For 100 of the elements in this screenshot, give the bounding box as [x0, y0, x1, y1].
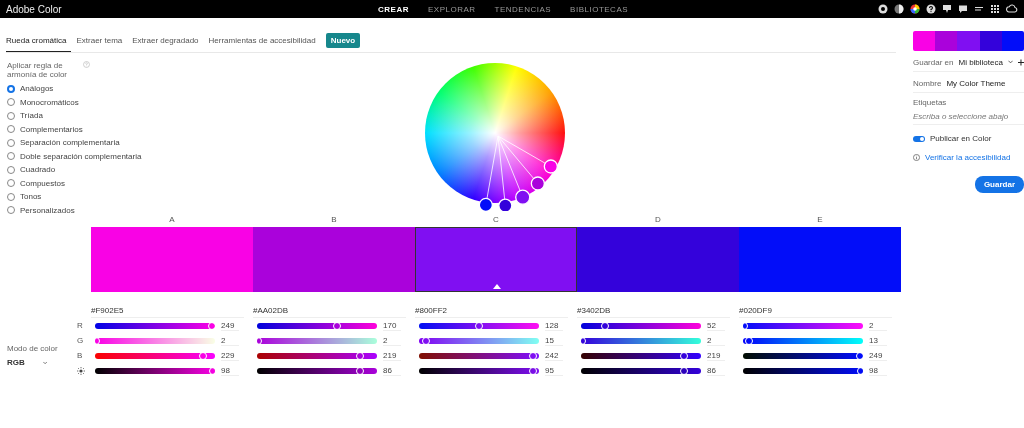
color-swatch[interactable] — [253, 227, 415, 292]
slider-value[interactable]: 86 — [383, 365, 401, 376]
color-slider[interactable] — [95, 367, 215, 374]
slider-value[interactable]: 52 — [707, 320, 725, 331]
badge-icon[interactable] — [878, 4, 888, 14]
radio-button[interactable] — [7, 125, 15, 134]
option-label: Tonos — [20, 192, 42, 202]
color-slider[interactable] — [581, 352, 701, 359]
option-label: Análogos — [20, 84, 54, 94]
slider-value[interactable]: 242 — [545, 350, 563, 361]
half-circle-icon[interactable] — [894, 4, 904, 14]
color-slider[interactable] — [581, 322, 701, 329]
swatch-letter: E — [816, 215, 824, 226]
color-swatch[interactable] — [91, 227, 253, 292]
slider-value[interactable]: 98 — [221, 365, 239, 376]
color-slider[interactable] — [419, 322, 539, 329]
slider-value[interactable]: 2 — [869, 320, 887, 331]
harmony-option[interactable]: Complementarios — [7, 122, 83, 136]
slider-value[interactable]: 170 — [383, 320, 401, 331]
slider-value[interactable]: 249 — [869, 350, 887, 361]
color-slider[interactable] — [419, 337, 539, 344]
tab[interactable]: Rueda cromática — [6, 35, 72, 52]
radio-button[interactable] — [7, 179, 15, 188]
toggle-switch[interactable] — [913, 135, 925, 142]
color-swatch[interactable] — [577, 227, 739, 292]
color-slider[interactable] — [581, 367, 701, 374]
lines-icon[interactable] — [974, 4, 984, 14]
chat-icon[interactable] — [958, 4, 968, 14]
harmony-option[interactable]: Separación complementaria — [7, 136, 120, 150]
plus-icon[interactable] — [1018, 58, 1024, 66]
color-mode-dropdown[interactable]: RGB — [7, 358, 47, 367]
slider-value[interactable]: 2 — [707, 335, 725, 346]
name-field[interactable]: My Color Theme — [946, 78, 1024, 88]
apps-grid-icon[interactable] — [990, 4, 1000, 14]
color-slider[interactable] — [743, 322, 863, 329]
nav-link[interactable]: EXPLORAR — [427, 4, 476, 14]
color-slider[interactable] — [257, 367, 377, 374]
color-slider[interactable] — [257, 337, 377, 344]
color-slider[interactable] — [743, 337, 863, 344]
harmony-option[interactable]: Cuadrado — [7, 163, 56, 177]
slider-value[interactable]: 2 — [221, 335, 239, 346]
tab[interactable]: Extraer degradado — [132, 35, 204, 52]
nav-link[interactable]: TENDENCIAS — [494, 4, 552, 14]
color-slider[interactable] — [95, 322, 215, 329]
harmony-option[interactable]: Doble separación complementaria — [7, 149, 142, 163]
hex-value[interactable]: #3402DB — [577, 304, 730, 318]
harmony-option[interactable]: Monocromáticos — [7, 95, 79, 109]
brightness-icon — [77, 366, 85, 375]
accessibility-link[interactable]: Verificar la accesibilidad — [925, 153, 1011, 162]
hex-value[interactable]: #F902E5 — [91, 304, 244, 318]
library-dropdown[interactable]: Mi biblioteca — [958, 57, 1003, 67]
radio-button[interactable] — [7, 98, 15, 107]
color-slider[interactable] — [419, 367, 539, 374]
save-button[interactable]: Guardar — [974, 176, 1024, 193]
hex-value[interactable]: #AA02DB — [253, 304, 406, 318]
color-slider[interactable] — [581, 337, 701, 344]
slider-value[interactable]: 86 — [707, 365, 725, 376]
slider-value[interactable]: 95 — [545, 365, 563, 376]
nav-link[interactable]: BIBLIOTECAS — [570, 4, 629, 14]
flag-icon[interactable] — [942, 4, 952, 14]
option-label: Separación complementaria — [20, 138, 120, 148]
color-slider[interactable] — [743, 352, 863, 359]
cloud-icon[interactable] — [1006, 4, 1018, 14]
radio-button[interactable] — [7, 111, 15, 120]
radio-button[interactable] — [7, 165, 15, 174]
slider-value[interactable]: 15 — [545, 335, 563, 346]
radio-button[interactable] — [7, 152, 15, 161]
harmony-option[interactable]: Análogos — [7, 82, 54, 96]
radio-button[interactable] — [7, 84, 15, 93]
tab[interactable]: Herramientas de accesibilidad — [208, 35, 321, 52]
slider-value[interactable]: 219 — [707, 350, 725, 361]
color-slider[interactable] — [257, 322, 377, 329]
slider-value[interactable]: 219 — [383, 350, 401, 361]
slider-value[interactable]: 2 — [383, 335, 401, 346]
color-swatch[interactable] — [415, 227, 577, 292]
slider-value[interactable]: 229 — [221, 350, 239, 361]
slider-value[interactable]: 128 — [545, 320, 563, 331]
slider-value[interactable]: 98 — [869, 365, 887, 376]
tab[interactable]: Extraer tema — [76, 35, 128, 52]
color-slider[interactable] — [95, 352, 215, 359]
color-slider[interactable] — [743, 367, 863, 374]
slider-value[interactable]: 13 — [869, 335, 887, 346]
color-slider[interactable] — [95, 337, 215, 344]
hex-value[interactable]: #020DF9 — [739, 304, 892, 318]
harmony-option[interactable]: Tríada — [7, 109, 43, 123]
color-slider[interactable] — [257, 352, 377, 359]
color-wheel-icon[interactable] — [910, 4, 920, 14]
nav-link[interactable]: CREAR — [378, 4, 409, 14]
radio-button[interactable] — [7, 138, 15, 147]
help-icon[interactable] — [926, 4, 936, 14]
harmony-option[interactable]: Personalizados — [7, 203, 75, 217]
hex-value[interactable]: #800FF2 — [415, 304, 568, 318]
chevron-down-icon[interactable] — [1007, 60, 1014, 64]
harmony-option[interactable]: Tonos — [7, 190, 42, 204]
color-swatch[interactable] — [739, 227, 901, 292]
harmony-option[interactable]: Compuestos — [7, 176, 65, 190]
radio-button[interactable] — [7, 206, 15, 215]
radio-button[interactable] — [7, 192, 15, 201]
slider-value[interactable]: 249 — [221, 320, 239, 331]
color-slider[interactable] — [419, 352, 539, 359]
